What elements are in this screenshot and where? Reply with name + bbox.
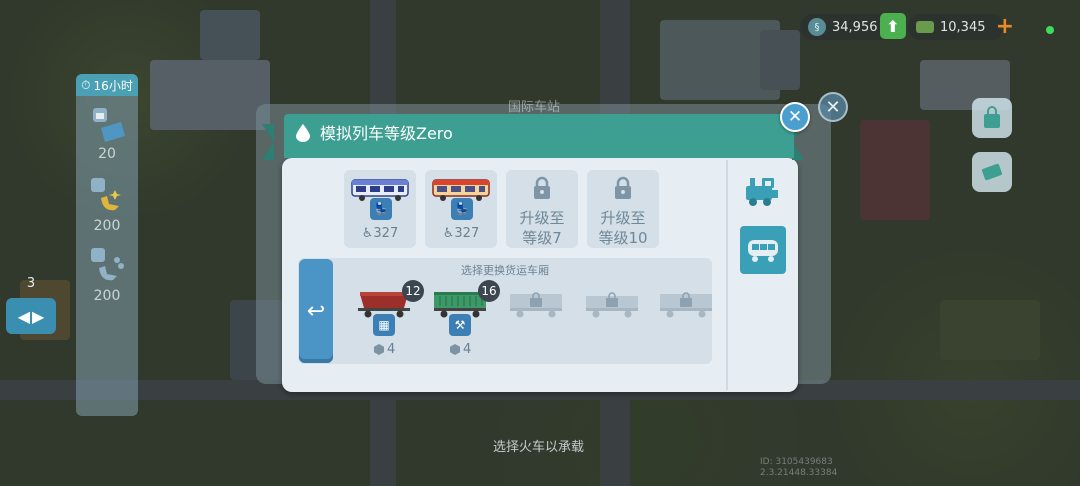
locked-train-card[interactable]: 升级至 等级10 [587,170,659,248]
station-close-button[interactable]: ✕ [818,92,848,122]
add-simcash-button[interactable]: + [996,16,1014,38]
left-panel-value: 200 [93,218,121,234]
cash-icon [916,21,934,33]
stopwatch-icon: ⏱ [81,77,91,92]
left-panel-item[interactable]: 200 [76,176,138,234]
lock-icon [615,176,631,199]
money-display: § 34,956 ⬆ [800,13,906,40]
factory-icon: ▦ [373,314,395,336]
money-value: 34,956 [832,19,878,35]
locked-wagon[interactable] [508,290,564,318]
locked-train-card[interactable]: 升级至 等级7 [506,170,578,248]
seat-small-icon: ♿ [442,226,455,241]
left-panel-value: 200 [93,288,121,304]
train-card[interactable]: 💺 ♿327 [344,170,416,248]
page-count: 3 [26,276,36,291]
left-panel-value: 20 [98,146,116,162]
passenger-badge: 💺 [451,198,473,220]
seat-small-icon: ♿ [361,226,374,241]
hex-icon [374,344,384,355]
hammer-icon: ⚒ [449,314,471,336]
train-capacity: ♿327 [361,226,399,241]
factory-icon [87,104,127,144]
wagon-cost: 4 [374,342,395,357]
train-card[interactable]: 💺 ♿327 [425,170,497,248]
locomotive-icon [746,178,778,206]
coin-icon: § [808,18,826,36]
wagon-count-badge: 16 [478,280,500,302]
close-button[interactable]: ✕ [780,102,810,132]
unlock-requirement: 升级至 等级10 [598,209,648,247]
lock-icon [534,176,550,199]
close-icon: ✕ [787,107,803,127]
timer-header: ⏱ 16小时 [76,74,138,96]
wagon-count-badge: 12 [402,280,424,302]
ticket-icon [982,163,1002,181]
drop-icon [296,124,310,142]
select-train-hint: 选择火车以承载 [493,440,585,455]
left-panel-item[interactable]: 20 [76,104,138,162]
tab-locomotive[interactable] [740,170,782,212]
hex-icon [450,344,460,355]
locked-wagon[interactable] [584,290,640,318]
upgrade-arrow-button[interactable]: ⬆ [880,13,906,39]
tab-passenger-car[interactable] [740,226,786,274]
seat-icon [87,246,127,286]
passenger-badge: 💺 [370,198,392,220]
status-dot [1046,26,1054,34]
back-button[interactable]: ↩ [299,259,333,363]
seat-icon: 💺 [454,202,470,216]
timer-label: 16小时 [93,78,133,93]
seat-icon [87,176,127,216]
seat-icon: 💺 [373,202,389,216]
shop-button[interactable] [972,98,1012,138]
page-arrows-button[interactable]: ◀ ▶ [6,298,56,334]
station-title: 国际车站 [508,100,561,115]
undo-arrow-icon: ↩ [306,298,326,324]
simcash-display: 10,345 + [908,14,1014,40]
arrow-right-icon: ▶ [32,306,45,326]
left-panel-item[interactable]: 200 [76,246,138,304]
passenger-car-icon [748,240,778,262]
dialog-title: 模拟列车等级Zero [320,124,453,143]
dialog-divider [726,160,728,390]
simcash-value: 10,345 [940,19,986,35]
arrow-left-icon: ◀ [17,306,30,326]
shopping-bag-icon [984,106,1000,128]
ticket-button[interactable] [972,152,1012,192]
train-capacity: ♿327 [442,226,480,241]
unlock-requirement: 升级至 等级7 [519,209,565,247]
locked-wagon[interactable] [658,290,714,318]
wagon-cost: 4 [450,342,471,357]
build-info: ID: 3105439683 2.3.21448.33384 [760,457,838,478]
cargo-label: 选择更换货运车厢 [461,264,549,277]
